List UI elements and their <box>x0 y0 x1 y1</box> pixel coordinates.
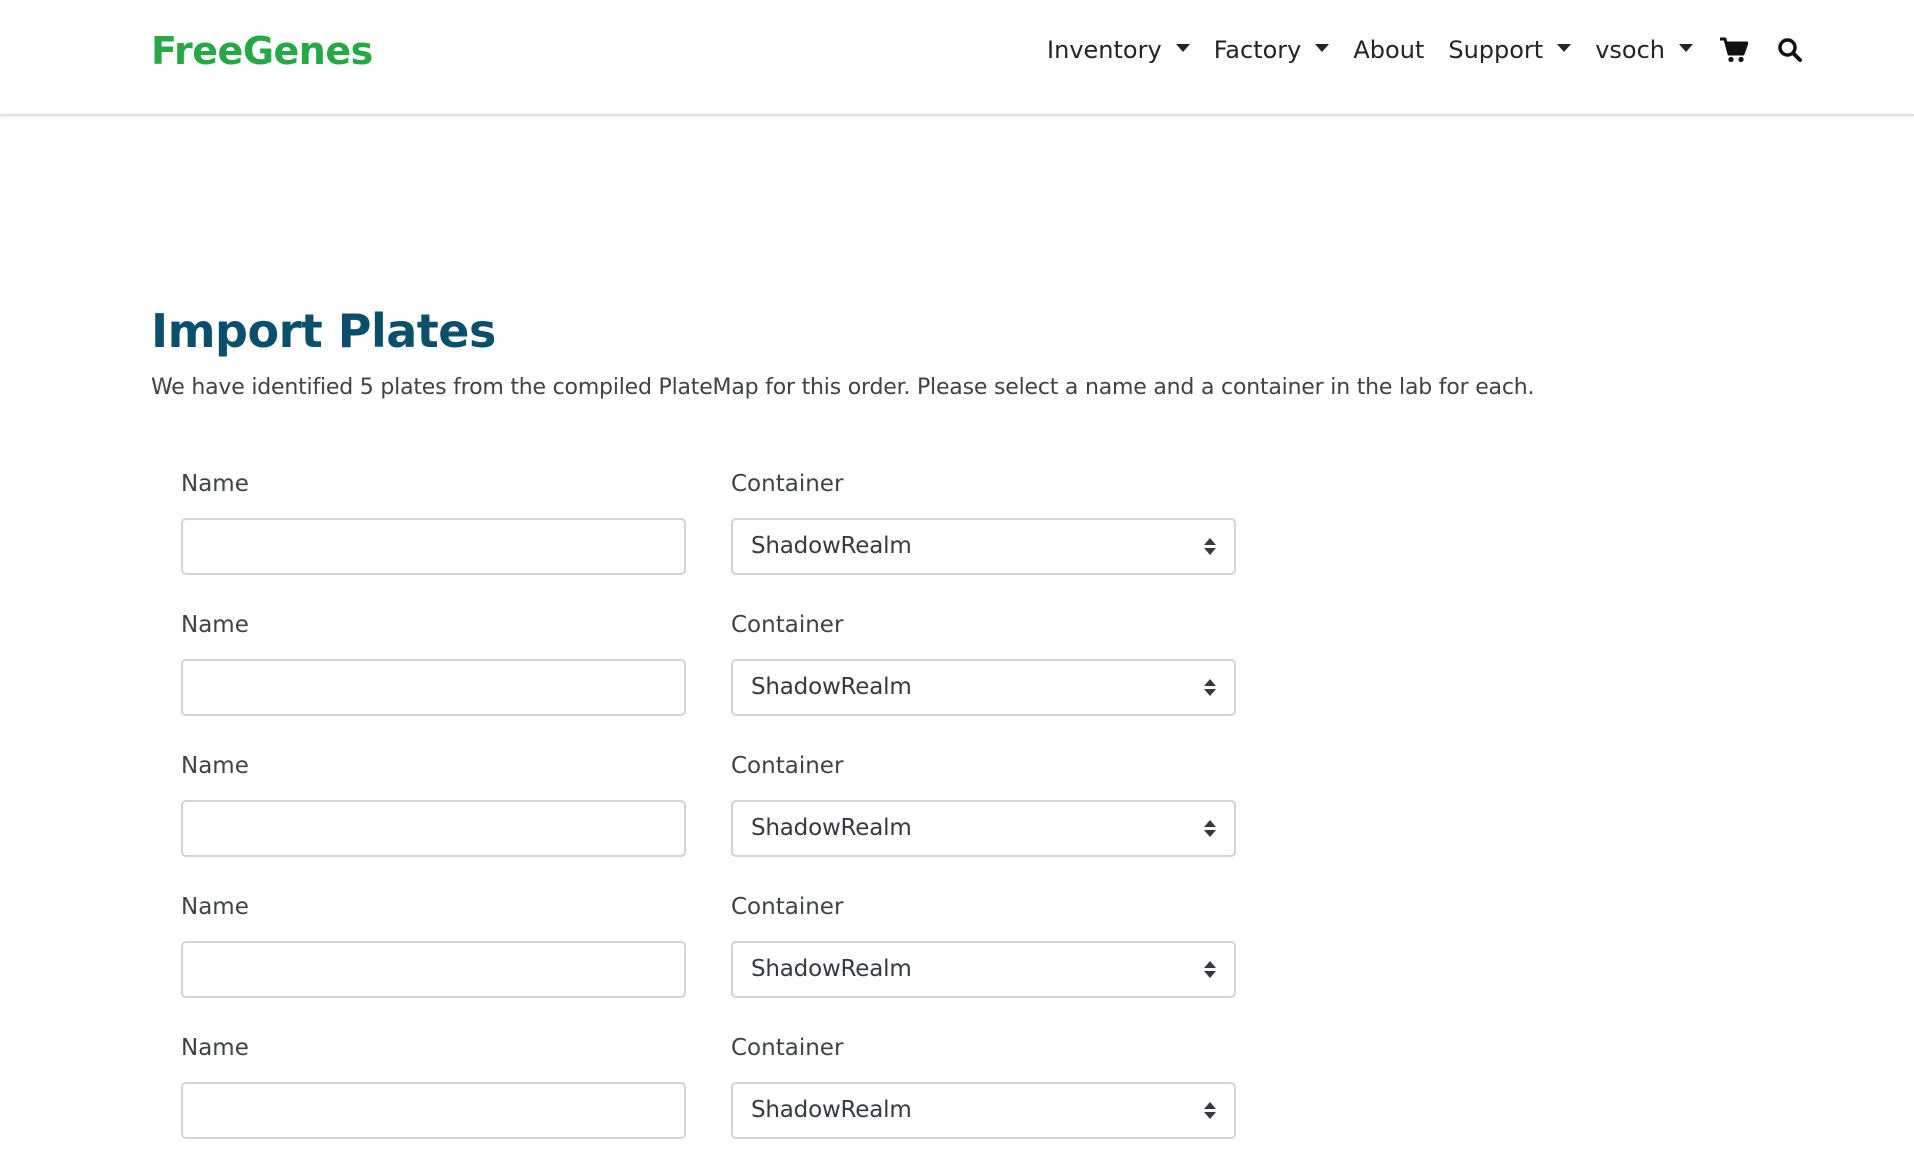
plate-row: Name Container ShadowRealm <box>181 1026 1381 1167</box>
name-field-group: Name <box>181 1026 686 1167</box>
container-field-group: Container ShadowRealm <box>731 744 1236 885</box>
name-label: Name <box>181 471 249 497</box>
select-arrows-icon <box>1204 538 1216 556</box>
container-select[interactable]: ShadowRealm <box>731 800 1236 857</box>
nav-item-label: Support <box>1448 36 1544 64</box>
container-label: Container <box>731 471 844 497</box>
plate-name-input[interactable] <box>181 518 686 575</box>
plate-row: Name Container ShadowRealm <box>181 885 1381 1026</box>
name-field-group: Name <box>181 744 686 885</box>
container-label: Container <box>731 894 844 920</box>
name-field-group: Name <box>181 462 686 603</box>
nav-item-label: vsoch <box>1595 36 1665 64</box>
container-select-value: ShadowRealm <box>751 1097 912 1123</box>
container-select[interactable]: ShadowRealm <box>731 518 1236 575</box>
main-content: Import Plates We have identified 5 plate… <box>151 300 1751 1139</box>
plate-name-input[interactable] <box>181 1082 686 1139</box>
plate-name-input[interactable] <box>181 941 686 998</box>
caret-down-icon <box>1679 44 1693 52</box>
search-button[interactable] <box>1775 30 1805 70</box>
container-label: Container <box>731 612 844 638</box>
select-arrows-icon <box>1204 961 1216 979</box>
plate-name-input[interactable] <box>181 659 686 716</box>
container-select-value: ShadowRealm <box>751 956 912 982</box>
container-field-group: Container ShadowRealm <box>731 462 1236 603</box>
container-select-value: ShadowRealm <box>751 815 912 841</box>
name-label: Name <box>181 612 249 638</box>
name-label: Name <box>181 1035 249 1061</box>
plate-row: Name Container ShadowRealm <box>181 603 1381 744</box>
container-select-value: ShadowRealm <box>751 674 912 700</box>
shopping-cart-icon <box>1720 37 1748 63</box>
name-label: Name <box>181 894 249 920</box>
select-arrows-icon <box>1204 679 1216 697</box>
caret-down-icon <box>1315 44 1330 52</box>
container-select[interactable]: ShadowRealm <box>731 659 1236 716</box>
container-label: Container <box>731 1035 844 1061</box>
search-icon <box>1778 38 1802 62</box>
container-label: Container <box>731 753 844 779</box>
nav-item-label: About <box>1353 36 1425 64</box>
container-field-group: Container ShadowRealm <box>731 603 1236 744</box>
select-arrows-icon <box>1204 1102 1216 1120</box>
container-select-value: ShadowRealm <box>751 533 912 559</box>
nav-item-about[interactable]: About <box>1353 30 1424 70</box>
container-select[interactable]: ShadowRealm <box>731 1082 1236 1139</box>
navbar: FreeGenes Inventory Factory About Suppor… <box>0 0 1914 116</box>
nav-item-user-menu[interactable]: vsoch <box>1595 30 1693 70</box>
nav-item-factory[interactable]: Factory <box>1214 30 1330 70</box>
select-arrows-icon <box>1204 820 1216 838</box>
nav-menu: Inventory Factory About Support vsoch <box>1047 30 1805 70</box>
container-field-group: Container ShadowRealm <box>731 885 1236 1026</box>
name-label: Name <box>181 753 249 779</box>
plate-name-input[interactable] <box>181 800 686 857</box>
plates-form: Name Container ShadowRealm Name Containe… <box>181 462 1381 1167</box>
nav-item-support[interactable]: Support <box>1448 30 1572 70</box>
nav-item-label: Inventory <box>1047 36 1162 64</box>
brand-logo[interactable]: FreeGenes <box>151 26 373 76</box>
caret-down-icon <box>1557 44 1572 52</box>
name-field-group: Name <box>181 885 686 1026</box>
plate-row: Name Container ShadowRealm <box>181 462 1381 603</box>
cart-button[interactable] <box>1719 30 1749 70</box>
plate-row: Name Container ShadowRealm <box>181 744 1381 885</box>
intro-text: We have identified 5 plates from the com… <box>151 375 1535 400</box>
page-title: Import Plates <box>151 304 496 358</box>
caret-down-icon <box>1175 44 1190 52</box>
nav-item-inventory[interactable]: Inventory <box>1047 30 1190 70</box>
container-select[interactable]: ShadowRealm <box>731 941 1236 998</box>
name-field-group: Name <box>181 603 686 744</box>
container-field-group: Container ShadowRealm <box>731 1026 1236 1167</box>
nav-item-label: Factory <box>1213 36 1302 64</box>
